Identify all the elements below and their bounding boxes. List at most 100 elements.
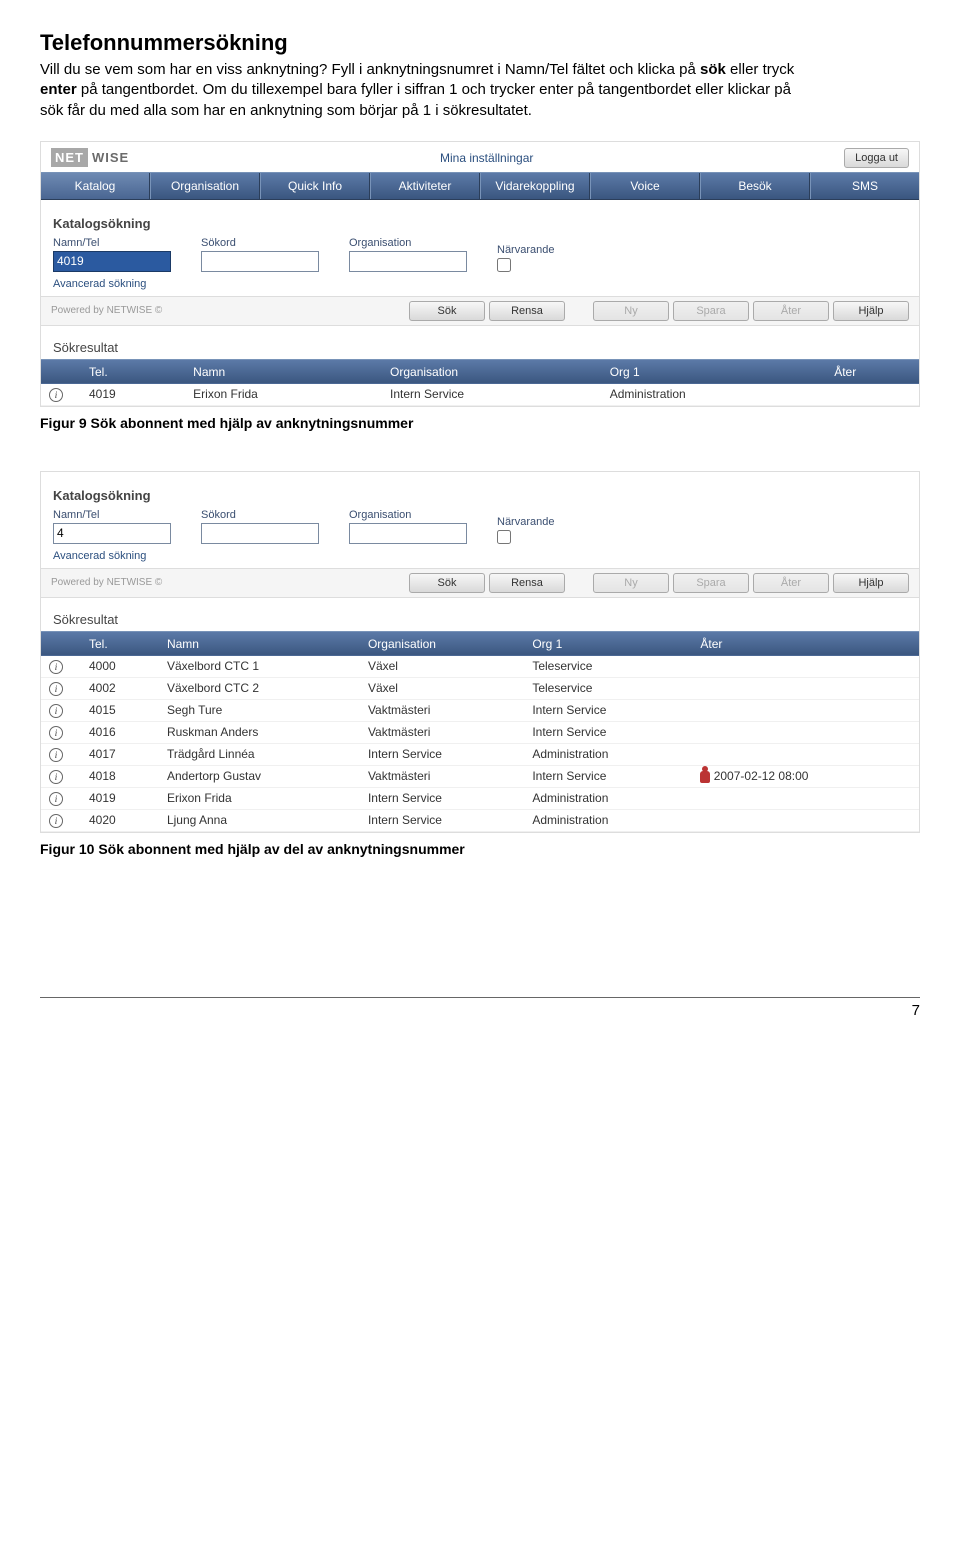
- action-buttons-2: Sök Rensa Ny Spara Åter Hjälp: [409, 573, 909, 593]
- input-org[interactable]: [349, 251, 467, 272]
- cell-namn: Växelbord CTC 1: [159, 656, 360, 678]
- col-ater-2[interactable]: Åter: [692, 631, 919, 656]
- hjalp-button-2[interactable]: Hjälp: [833, 573, 909, 593]
- spara-button-2[interactable]: Spara: [673, 573, 749, 593]
- cell-namn: Ruskman Anders: [159, 721, 360, 743]
- cell-org: Växel: [360, 677, 524, 699]
- info-icon[interactable]: i: [49, 388, 63, 402]
- info-icon[interactable]: i: [49, 660, 63, 674]
- label-namntel-2: Namn/Tel: [53, 509, 171, 521]
- col-namn-2[interactable]: Namn: [159, 631, 360, 656]
- cell-tel: 4019: [81, 787, 159, 809]
- search-heading: Katalogsökning: [41, 200, 919, 237]
- cell-namn: Erixon Frida: [159, 787, 360, 809]
- tab-voice[interactable]: Voice: [590, 173, 700, 199]
- tab-organisation[interactable]: Organisation: [150, 173, 260, 199]
- field-narv: Närvarande: [497, 244, 554, 272]
- logo-wise: WISE: [90, 150, 129, 165]
- cell-namn: Trädgård Linnéa: [159, 743, 360, 765]
- input-namntel-2[interactable]: [53, 523, 171, 544]
- rensa-button[interactable]: Rensa: [489, 301, 565, 321]
- powered-by-2: Powered by NETWISE ©: [51, 577, 162, 588]
- rensa-button-2[interactable]: Rensa: [489, 573, 565, 593]
- cell-tel: 4020: [81, 809, 159, 831]
- table-row[interactable]: i4019Erixon FridaIntern ServiceAdministr…: [41, 787, 919, 809]
- checkbox-narv-2[interactable]: [497, 530, 511, 544]
- cell-ater: 2007-02-12 08:00: [692, 765, 919, 787]
- search-fields-2: Namn/Tel Sökord Organisation Närvarande: [41, 509, 919, 548]
- label-narv: Närvarande: [497, 244, 554, 256]
- info-icon[interactable]: i: [49, 770, 63, 784]
- logout-button[interactable]: Logga ut: [844, 148, 909, 168]
- person-icon: [700, 771, 710, 783]
- cell-namn: Andertorp Gustav: [159, 765, 360, 787]
- netwise-app-2: Katalogsökning Namn/Tel Sökord Organisat…: [40, 471, 920, 833]
- col-org-2[interactable]: Organisation: [360, 631, 524, 656]
- table-row[interactable]: i4000Växelbord CTC 1VäxelTeleservice: [41, 656, 919, 678]
- cell-tel: 4018: [81, 765, 159, 787]
- cell-org1: Teleservice: [524, 656, 692, 678]
- search-fields: Namn/Tel Sökord Organisation Närvarande: [41, 237, 919, 276]
- input-namntel[interactable]: [53, 251, 171, 272]
- settings-link[interactable]: Mina inställningar: [129, 151, 844, 165]
- ny-button[interactable]: Ny: [593, 301, 669, 321]
- tab-aktiviteter[interactable]: Aktiviteter: [370, 173, 480, 199]
- cell-org1: Administration: [524, 787, 692, 809]
- cell-tel: 4002: [81, 677, 159, 699]
- tab-sms[interactable]: SMS: [810, 173, 919, 199]
- cell-ater: [692, 677, 919, 699]
- page-title: Telefonnummersökning: [40, 30, 920, 56]
- info-icon[interactable]: i: [49, 748, 63, 762]
- cell-ater: [692, 743, 919, 765]
- col-org[interactable]: Organisation: [382, 359, 602, 384]
- input-sokord[interactable]: [201, 251, 319, 272]
- info-icon[interactable]: i: [49, 682, 63, 696]
- table-row[interactable]: i4015Segh TureVaktmästeriIntern Service: [41, 699, 919, 721]
- tab-katalog[interactable]: Katalog: [41, 173, 150, 199]
- hjalp-button[interactable]: Hjälp: [833, 301, 909, 321]
- advanced-search-link-2[interactable]: Avancerad sökning: [41, 548, 919, 568]
- info-icon[interactable]: i: [49, 792, 63, 806]
- ny-button-2[interactable]: Ny: [593, 573, 669, 593]
- input-sokord-2[interactable]: [201, 523, 319, 544]
- ater-button-2[interactable]: Åter: [753, 573, 829, 593]
- tab-quickinfo[interactable]: Quick Info: [260, 173, 370, 199]
- intro-paragraph: Vill du se vem som har en viss anknytnin…: [40, 60, 800, 121]
- col-org1-2[interactable]: Org 1: [524, 631, 692, 656]
- cell-tel: 4019: [81, 384, 185, 406]
- col-org1[interactable]: Org 1: [602, 359, 827, 384]
- col-tel-2[interactable]: Tel.: [81, 631, 159, 656]
- cell-ater: [692, 787, 919, 809]
- cell-ater: [692, 699, 919, 721]
- intro-sok: sök: [700, 61, 726, 78]
- col-ater[interactable]: Åter: [826, 359, 919, 384]
- ater-button[interactable]: Åter: [753, 301, 829, 321]
- spara-button[interactable]: Spara: [673, 301, 749, 321]
- advanced-search-link[interactable]: Avancerad sökning: [41, 276, 919, 296]
- main-tabs: Katalog Organisation Quick Info Aktivite…: [41, 172, 919, 200]
- intro-enter: enter: [40, 81, 77, 98]
- cell-org1: Administration: [602, 384, 827, 406]
- table-row[interactable]: i4020Ljung AnnaIntern ServiceAdministrat…: [41, 809, 919, 831]
- input-org-2[interactable]: [349, 523, 467, 544]
- field-narv-2: Närvarande: [497, 516, 554, 544]
- label-namntel: Namn/Tel: [53, 237, 171, 249]
- info-icon[interactable]: i: [49, 814, 63, 828]
- col-namn[interactable]: Namn: [185, 359, 382, 384]
- table-row[interactable]: i4017Trädgård LinnéaIntern ServiceAdmini…: [41, 743, 919, 765]
- col-tel[interactable]: Tel.: [81, 359, 185, 384]
- label-org: Organisation: [349, 237, 467, 249]
- cell-tel: 4015: [81, 699, 159, 721]
- table-row[interactable]: i4002Växelbord CTC 2VäxelTeleservice: [41, 677, 919, 699]
- sok-button-2[interactable]: Sök: [409, 573, 485, 593]
- table-row[interactable]: i4018Andertorp GustavVaktmästeriIntern S…: [41, 765, 919, 787]
- checkbox-narv[interactable]: [497, 258, 511, 272]
- table-row[interactable]: i4019Erixon FridaIntern ServiceAdministr…: [41, 384, 919, 406]
- sok-button[interactable]: Sök: [409, 301, 485, 321]
- table-row[interactable]: i4016Ruskman AndersVaktmästeriIntern Ser…: [41, 721, 919, 743]
- info-icon[interactable]: i: [49, 704, 63, 718]
- info-icon[interactable]: i: [49, 726, 63, 740]
- tab-besok[interactable]: Besök: [700, 173, 810, 199]
- tab-vidarekoppling[interactable]: Vidarekoppling: [480, 173, 590, 199]
- action-bar: Powered by NETWISE © Sök Rensa Ny Spara …: [41, 296, 919, 326]
